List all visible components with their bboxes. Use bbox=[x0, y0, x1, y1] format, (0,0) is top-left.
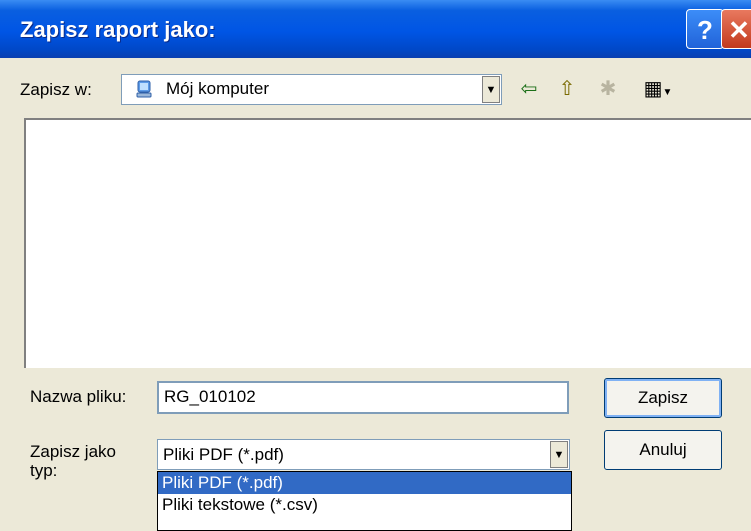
filetype-value: Pliki PDF (*.pdf) bbox=[163, 445, 284, 464]
close-button[interactable]: ✕ bbox=[721, 9, 751, 49]
filetype-combobox[interactable]: Pliki PDF (*.pdf) ▼ bbox=[157, 439, 570, 470]
dropdown-option[interactable]: Pliki PDF (*.pdf) bbox=[158, 472, 571, 494]
filetype-label-line1: Zapisz jako bbox=[30, 442, 116, 461]
dialog-title: Zapisz raport jako: bbox=[20, 17, 216, 42]
filename-input[interactable]: RG_010102 bbox=[157, 381, 569, 414]
save-in-combobox[interactable]: Mój komputer ▼ bbox=[121, 74, 502, 105]
filetype-label-line2: typ: bbox=[30, 461, 58, 480]
save-in-label: Zapisz w: bbox=[20, 80, 92, 99]
computer-icon bbox=[136, 80, 152, 99]
filetype-dropdown-list[interactable]: Pliki PDF (*.pdf) Pliki tekstowe (*.csv) bbox=[157, 471, 572, 531]
new-folder-icon[interactable]: ✱ bbox=[594, 76, 622, 102]
chevron-down-icon[interactable]: ▼ bbox=[550, 441, 568, 468]
save-button[interactable]: Zapisz bbox=[604, 378, 722, 418]
title-bar: Zapisz raport jako: ? ✕ bbox=[0, 0, 751, 58]
dropdown-option[interactable]: Pliki tekstowe (*.csv) bbox=[158, 494, 571, 516]
chevron-down-icon[interactable]: ▼ bbox=[482, 76, 500, 103]
file-list[interactable] bbox=[24, 118, 751, 368]
cancel-button[interactable]: Anuluj bbox=[604, 430, 722, 470]
back-icon[interactable]: ⇦ bbox=[515, 76, 543, 102]
up-folder-icon[interactable]: ⇧ bbox=[553, 76, 581, 102]
filename-label: Nazwa pliku: bbox=[30, 387, 127, 406]
view-menu-icon[interactable]: ▦▼ bbox=[638, 76, 678, 102]
save-in-value: Mój komputer bbox=[166, 79, 269, 98]
help-button[interactable]: ? bbox=[686, 9, 724, 49]
